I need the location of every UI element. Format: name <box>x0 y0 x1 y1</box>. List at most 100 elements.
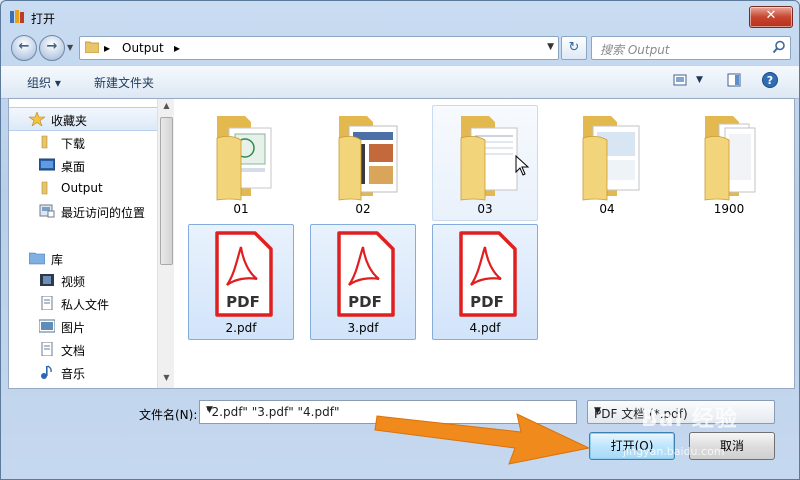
sidebar-item-output[interactable]: Output <box>9 177 157 199</box>
forward-button[interactable]: → <box>39 35 65 61</box>
file-name-label: 02 <box>355 202 371 216</box>
title-bar: 打开 ✕ <box>1 1 799 35</box>
pdf-file-icon: PDF <box>215 231 273 317</box>
refresh-button[interactable]: ↻ <box>561 36 587 60</box>
close-button[interactable]: ✕ <box>749 6 793 28</box>
desktop-icon <box>39 158 55 171</box>
video-icon <box>40 274 54 286</box>
folder-icon <box>41 181 48 195</box>
sidebar-item-downloads[interactable]: 下载 <box>9 131 157 153</box>
browser-body: 收藏夹 下载 桌面 Output 最近访问的位置 库 视频 私人文件 图片 文档… <box>8 98 795 389</box>
open-file-dialog: 打开 ✕ ← → ▼ ▸ Output ▸ ▼ ↻ 搜索 Output 组织 ▾… <box>0 0 800 480</box>
preview-pane-icon[interactable] <box>727 73 741 87</box>
folder-icon <box>460 116 518 201</box>
music-icon <box>41 365 52 379</box>
document-icon <box>41 296 53 310</box>
sidebar-item-label: 图片 <box>61 321 86 335</box>
picture-icon <box>39 319 55 333</box>
forward-arrow-icon: → <box>46 39 58 54</box>
mouse-cursor-icon <box>515 155 530 176</box>
window-title: 打开 <box>31 12 56 26</box>
view-dropdown-icon[interactable]: ▼ <box>696 75 703 85</box>
folder-item-01[interactable]: 01 <box>188 105 294 221</box>
library-icon <box>29 252 45 265</box>
folder-item-04[interactable]: 04 <box>554 105 660 221</box>
sidebar-item-label: 下载 <box>61 137 86 151</box>
folder-icon <box>85 41 99 53</box>
file-list: 01 02 03 04 1900 PDF 2.pdf PDF 3.pdf PDF… <box>174 99 794 388</box>
sidebar-item-private-files[interactable]: 私人文件 <box>9 292 157 314</box>
file-name-label: 04 <box>599 202 615 216</box>
sidebar-item-label: 音乐 <box>61 367 86 381</box>
back-arrow-icon: ← <box>18 39 30 54</box>
sidebar-item-desktop[interactable]: 桌面 <box>9 154 157 176</box>
sidebar-item-label: Output <box>61 181 103 195</box>
view-options-icon[interactable] <box>673 73 687 87</box>
search-placeholder: 搜索 Output <box>600 43 670 57</box>
file-name-label: 3.pdf <box>347 321 379 335</box>
file-name-label: 03 <box>477 202 493 216</box>
folder-icon <box>338 116 398 201</box>
pdf-file-icon: PDF <box>337 231 395 317</box>
pdf-badge: PDF <box>226 293 260 311</box>
sidebar-item-music[interactable]: 音乐 <box>9 361 157 383</box>
recent-pages-dropdown-icon[interactable]: ▼ <box>67 43 73 52</box>
refresh-icon: ↻ <box>568 40 580 55</box>
star-icon <box>29 112 45 126</box>
svg-text:?: ? <box>767 74 773 87</box>
filename-label: 文件名(N): <box>139 408 198 422</box>
file-item-4-pdf[interactable]: PDF 4.pdf <box>432 224 538 340</box>
recent-places-icon <box>39 204 55 218</box>
sidebar-item-label: 收藏夹 <box>51 114 88 128</box>
address-bar[interactable]: ▸ Output ▸ ▼ <box>79 36 559 60</box>
file-name-label: 01 <box>233 202 249 216</box>
sidebar-item-label: 库 <box>51 253 64 267</box>
folder-icon <box>704 116 756 201</box>
navigation-pane-scrollbar[interactable]: ▲ ▼ <box>157 99 175 388</box>
sidebar-item-label: 最近访问的位置 <box>61 206 146 220</box>
sidebar-item-label: 文档 <box>61 344 86 358</box>
scroll-down-icon[interactable]: ▼ <box>158 373 175 387</box>
folder-icon <box>582 116 640 201</box>
pdf-badge: PDF <box>348 293 382 311</box>
file-item-3-pdf[interactable]: PDF 3.pdf <box>310 224 416 340</box>
toolbar: 组织 ▾ 新建文件夹 ▼ ? <box>1 65 799 99</box>
close-icon: ✕ <box>765 8 777 23</box>
sidebar-item-pictures[interactable]: 图片 <box>9 315 157 337</box>
file-name-label: 2.pdf <box>225 321 257 335</box>
search-input[interactable]: 搜索 Output <box>591 36 791 60</box>
search-icon[interactable] <box>772 40 786 54</box>
back-button[interactable]: ← <box>11 35 37 61</box>
document-icon <box>41 342 53 356</box>
scroll-up-icon[interactable]: ▲ <box>158 101 175 115</box>
folder-icon <box>216 116 272 201</box>
sidebar-item-favorites[interactable]: 收藏夹 <box>9 107 157 131</box>
sidebar-item-label: 桌面 <box>61 160 86 174</box>
pdf-file-icon: PDF <box>459 231 517 317</box>
address-dropdown-icon[interactable]: ▼ <box>547 42 554 52</box>
organize-button[interactable]: 组织 ▾ <box>27 74 61 91</box>
file-name-label: 4.pdf <box>469 321 501 335</box>
sidebar-item-recent-places[interactable]: 最近访问的位置 <box>9 200 157 222</box>
scrollbar-thumb[interactable] <box>160 117 173 265</box>
annotation-arrow-icon <box>374 413 591 465</box>
breadcrumb-separator-icon[interactable]: ▸ <box>104 41 110 55</box>
new-folder-button[interactable]: 新建文件夹 <box>94 74 154 91</box>
app-icon <box>10 10 24 23</box>
sidebar-item-libraries[interactable]: 库 <box>9 247 157 269</box>
watermark-url: jingyan.baidu.com <box>623 445 725 458</box>
folder-item-1900[interactable]: 1900 <box>676 105 782 221</box>
navigation-bar: ← → ▼ ▸ Output ▸ ▼ ↻ 搜索 Output <box>1 33 799 61</box>
folder-item-02[interactable]: 02 <box>310 105 416 221</box>
breadcrumb-separator-icon[interactable]: ▸ <box>174 41 180 55</box>
sidebar-item-videos[interactable]: 视频 <box>9 269 157 291</box>
sidebar-item-documents[interactable]: 文档 <box>9 338 157 360</box>
breadcrumb-output[interactable]: Output <box>122 41 164 55</box>
file-item-2-pdf[interactable]: PDF 2.pdf <box>188 224 294 340</box>
file-name-label: 1900 <box>713 202 745 216</box>
navigation-pane: 收藏夹 下载 桌面 Output 最近访问的位置 库 视频 私人文件 图片 文档… <box>9 99 157 388</box>
sidebar-item-label: 私人文件 <box>61 298 110 312</box>
folder-icon <box>41 135 48 149</box>
watermark-logo: Bai 经验 <box>641 407 738 432</box>
help-icon[interactable]: ? <box>762 72 778 88</box>
